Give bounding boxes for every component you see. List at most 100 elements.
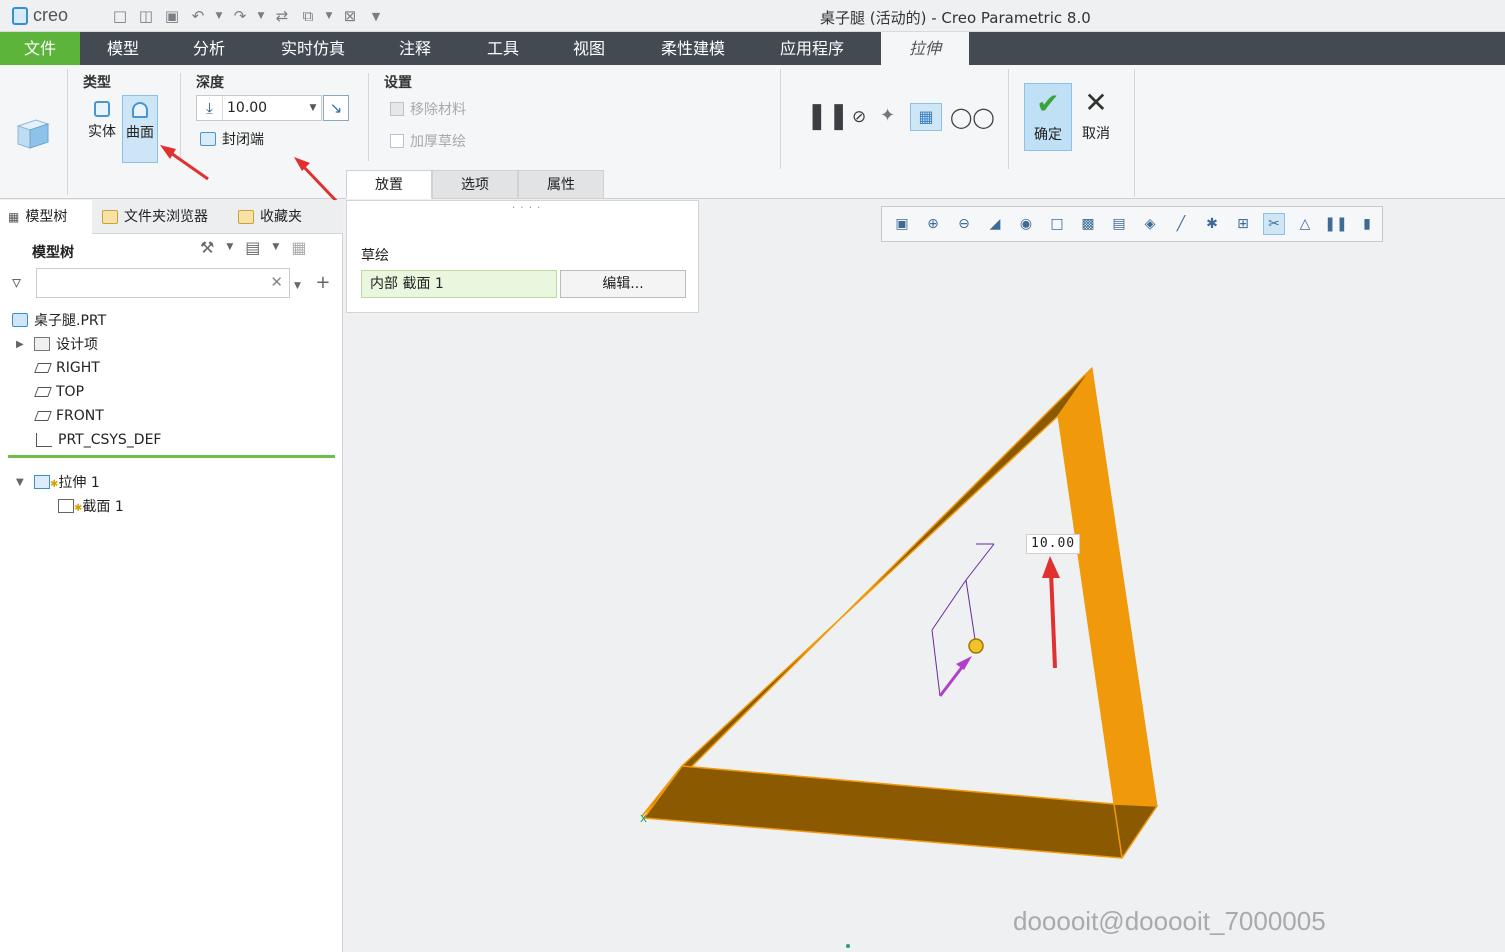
- pause-icon[interactable]: ❚❚: [806, 101, 850, 131]
- more-tools-icon[interactable]: ▮: [1356, 213, 1378, 235]
- panel-grip[interactable]: · · · ·: [512, 203, 541, 214]
- tree-node-design-items[interactable]: ▶ 设计项: [16, 332, 98, 356]
- insert-here-indicator[interactable]: [8, 455, 335, 458]
- depth-dimension-label[interactable]: 10.00: [1026, 534, 1081, 554]
- separate-preview-icon[interactable]: ✦: [880, 105, 895, 126]
- tree-columns-icon[interactable]: ▦: [291, 238, 306, 257]
- expand-icon[interactable]: ▶: [16, 339, 28, 350]
- tree-node-section[interactable]: ✱截面 1: [58, 494, 124, 518]
- tab-options[interactable]: 选项: [432, 170, 518, 199]
- separator: [1008, 69, 1009, 169]
- checkmark-icon: ✔: [1036, 87, 1060, 120]
- tab-folder-browser[interactable]: 文件夹浏览器: [94, 200, 228, 234]
- sketch-icon: [58, 499, 74, 513]
- model-tree-title: 模型树: [32, 245, 74, 261]
- tab-favorites[interactable]: 收藏夹: [230, 200, 330, 234]
- windows-dropdown-icon[interactable]: ▼: [324, 6, 334, 26]
- thicken-sketch-option[interactable]: 加厚草绘: [390, 131, 466, 151]
- tree-settings-icon[interactable]: ⚒: [200, 238, 214, 257]
- annotation-display-icon[interactable]: ⊞: [1232, 213, 1254, 235]
- tree-show-dropdown-icon[interactable]: ▼: [272, 238, 279, 257]
- separator: [1134, 69, 1135, 197]
- verify-preview-icon[interactable]: ▦: [910, 103, 942, 131]
- dimension-leader: [931, 579, 967, 631]
- refit-icon[interactable]: ▣: [891, 213, 913, 235]
- tree-show-icon[interactable]: ▤: [245, 238, 260, 257]
- tab-tools[interactable]: 工具: [472, 32, 534, 65]
- glasses-preview-icon[interactable]: ◯◯: [950, 105, 995, 129]
- surface-face-left[interactable]: [641, 367, 1093, 817]
- solid-type-button[interactable]: 实体: [84, 95, 120, 163]
- tree-node-extrude[interactable]: ▼ ✱拉伸 1: [16, 470, 100, 494]
- tree-node-right-plane[interactable]: RIGHT: [34, 356, 100, 380]
- undo-dropdown-icon[interactable]: ▼: [214, 6, 224, 26]
- tab-extrude[interactable]: 拉伸: [881, 32, 969, 65]
- undo-icon[interactable]: ↶: [188, 6, 208, 26]
- chevron-down-icon[interactable]: ▼: [294, 281, 301, 291]
- datum-plane-icon: [34, 411, 52, 421]
- zoom-out-icon[interactable]: ⊖: [953, 213, 975, 235]
- tab-live-simulation[interactable]: 实时仿真: [270, 32, 356, 65]
- tree-node-label: RIGHT: [56, 360, 100, 376]
- surface-face-right[interactable]: [1057, 366, 1158, 807]
- redo-dropdown-icon[interactable]: ▼: [256, 6, 266, 26]
- favorites-tab-label: 收藏夹: [260, 209, 302, 225]
- windows-icon[interactable]: ⧉: [298, 6, 318, 26]
- saved-orientations-icon[interactable]: □: [1046, 213, 1068, 235]
- customize-toolbar-icon[interactable]: ▼: [366, 6, 386, 26]
- section-icon[interactable]: ◈: [1139, 213, 1161, 235]
- creo-logo-icon: [12, 6, 28, 25]
- tab-applications[interactable]: 应用程序: [766, 32, 858, 65]
- tree-node-top-plane[interactable]: TOP: [34, 380, 85, 404]
- search-options[interactable]: ▼ +: [294, 272, 330, 293]
- spin-center-icon[interactable]: ✂: [1263, 213, 1285, 235]
- annotation-arrow: [1049, 571, 1057, 669]
- depth-drag-handle[interactable]: [968, 638, 984, 654]
- datum-display-icon[interactable]: ✱: [1201, 213, 1223, 235]
- zoom-in-icon[interactable]: ⊕: [922, 213, 944, 235]
- appearance-icon[interactable]: △: [1294, 213, 1316, 235]
- new-file-icon[interactable]: □: [110, 6, 130, 26]
- tab-model[interactable]: 模型: [92, 32, 154, 65]
- tree-node-label: TOP: [56, 384, 85, 400]
- tab-view[interactable]: 视图: [558, 32, 620, 65]
- sketch-section-field[interactable]: 内部 截面 1: [361, 270, 557, 298]
- folder-browser-tab-label: 文件夹浏览器: [124, 209, 208, 225]
- tree-node-csys[interactable]: PRT_CSYS_DEF: [36, 428, 161, 452]
- remove-material-option[interactable]: 移除材料: [390, 99, 466, 119]
- clear-search-icon[interactable]: ✕: [270, 273, 283, 291]
- collapse-icon[interactable]: ▼: [16, 477, 28, 488]
- tree-node-label: 拉伸 1: [58, 475, 100, 491]
- sketch-label: 草绘: [361, 248, 389, 264]
- add-filter-icon[interactable]: +: [315, 272, 330, 293]
- annotation-arrow-head: [1042, 556, 1060, 578]
- save-icon[interactable]: ▣: [162, 6, 182, 26]
- open-file-icon[interactable]: ◫: [136, 6, 156, 26]
- display-style-icon[interactable]: ◉: [1015, 213, 1037, 235]
- pause-toolbar-icon[interactable]: ❚❚: [1324, 213, 1347, 235]
- tree-search-input[interactable]: ✕: [36, 268, 290, 298]
- tab-flexible-modeling[interactable]: 柔性建模: [648, 32, 738, 65]
- tree-node-part[interactable]: 桌子腿.PRT: [12, 308, 106, 332]
- tab-analysis[interactable]: 分析: [178, 32, 240, 65]
- tab-model-tree[interactable]: ▦ 模型树: [0, 200, 92, 234]
- cancel-button[interactable]: ✕ 取消: [1076, 83, 1116, 151]
- thicken-sketch-checkbox[interactable]: [390, 134, 404, 148]
- perspective-icon[interactable]: ▤: [1108, 213, 1130, 235]
- sketch-view-icon[interactable]: ╱: [1170, 213, 1192, 235]
- tree-node-front-plane[interactable]: FRONT: [34, 404, 104, 428]
- no-preview-icon[interactable]: ⊘: [852, 107, 866, 127]
- close-window-icon[interactable]: ⊠: [340, 6, 360, 26]
- redo-icon[interactable]: ↷: [230, 6, 250, 26]
- tab-annotate[interactable]: 注释: [384, 32, 446, 65]
- tree-settings-dropdown-icon[interactable]: ▼: [226, 238, 233, 257]
- view-manager-icon[interactable]: ▩: [1077, 213, 1099, 235]
- surface-face-bottom[interactable]: [642, 765, 1159, 859]
- tab-file[interactable]: 文件: [0, 32, 80, 65]
- tab-properties[interactable]: 属性: [518, 170, 604, 199]
- edit-sketch-button[interactable]: 编辑...: [560, 270, 686, 298]
- repaint-icon[interactable]: ◢: [984, 213, 1006, 235]
- regenerate-icon[interactable]: ⇄: [272, 6, 292, 26]
- filter-icon[interactable]: ▿: [12, 272, 21, 293]
- ok-button[interactable]: ✔ 确定: [1024, 83, 1072, 151]
